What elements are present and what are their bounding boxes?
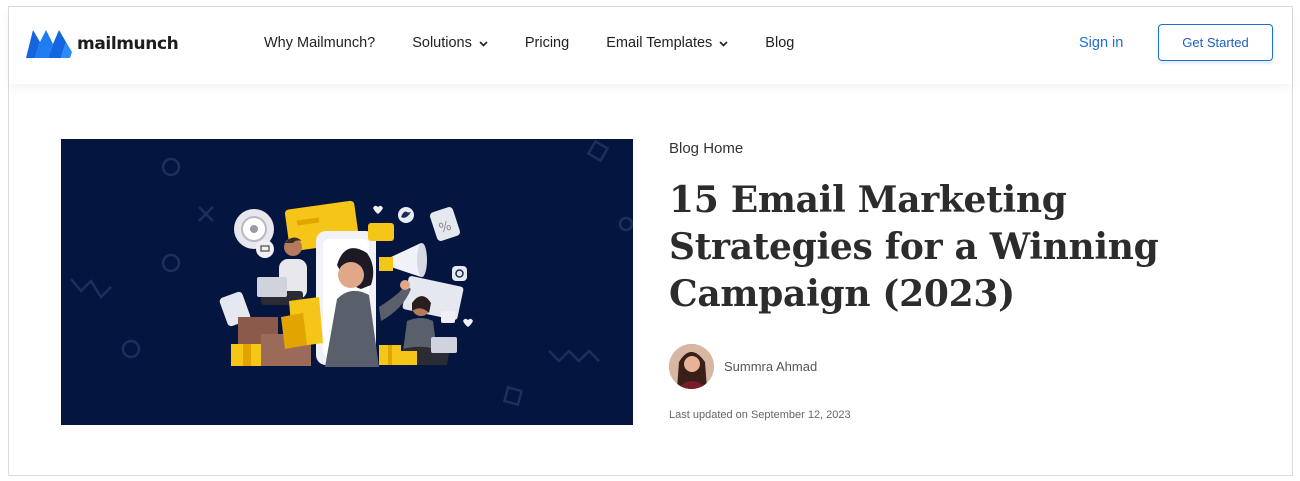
logo[interactable]: mailmunch (26, 28, 179, 60)
article-title: 15 Email Marketing Strategies for a Winn… (669, 179, 1159, 315)
nav-label: Solutions (412, 35, 472, 51)
nav-solutions[interactable]: Solutions (412, 35, 488, 51)
page-frame: mailmunch Why Mailmunch? Solutions Prici… (8, 6, 1293, 476)
sign-in-link[interactable]: Sign in (1079, 35, 1123, 51)
author-name[interactable]: Summra Ahmad (724, 359, 817, 374)
brand-name: mailmunch (77, 34, 179, 54)
last-updated-date: Last updated on September 12, 2023 (669, 409, 851, 421)
chevron-down-icon (719, 35, 728, 51)
hero-image: % (61, 139, 633, 425)
main-nav: Why Mailmunch? Solutions Pricing Email T… (264, 35, 794, 51)
twitter-icon (398, 207, 414, 223)
nav-label: Blog (765, 35, 795, 51)
chevron-down-icon (479, 35, 488, 51)
site-header: mailmunch Why Mailmunch? Solutions Prici… (9, 7, 1292, 84)
nav-label: Email Templates (606, 35, 713, 51)
avatar[interactable] (669, 344, 714, 389)
instagram-icon (452, 266, 467, 281)
nav-blog[interactable]: Blog (765, 35, 794, 51)
nav-email-templates[interactable]: Email Templates (606, 35, 728, 51)
nav-pricing[interactable]: Pricing (525, 35, 569, 51)
nav-label: Pricing (524, 35, 570, 51)
mailmunch-logo-icon (26, 30, 72, 58)
breadcrumb-blog-home[interactable]: Blog Home (669, 140, 743, 157)
author-row: Summra Ahmad (669, 344, 817, 389)
nav-why-mailmunch[interactable]: Why Mailmunch? (264, 35, 375, 51)
megaphone-icon (379, 243, 427, 277)
nav-label: Why Mailmunch? (264, 35, 376, 51)
get-started-button[interactable]: Get Started (1158, 24, 1273, 61)
percent-tag-icon: % (429, 207, 461, 241)
